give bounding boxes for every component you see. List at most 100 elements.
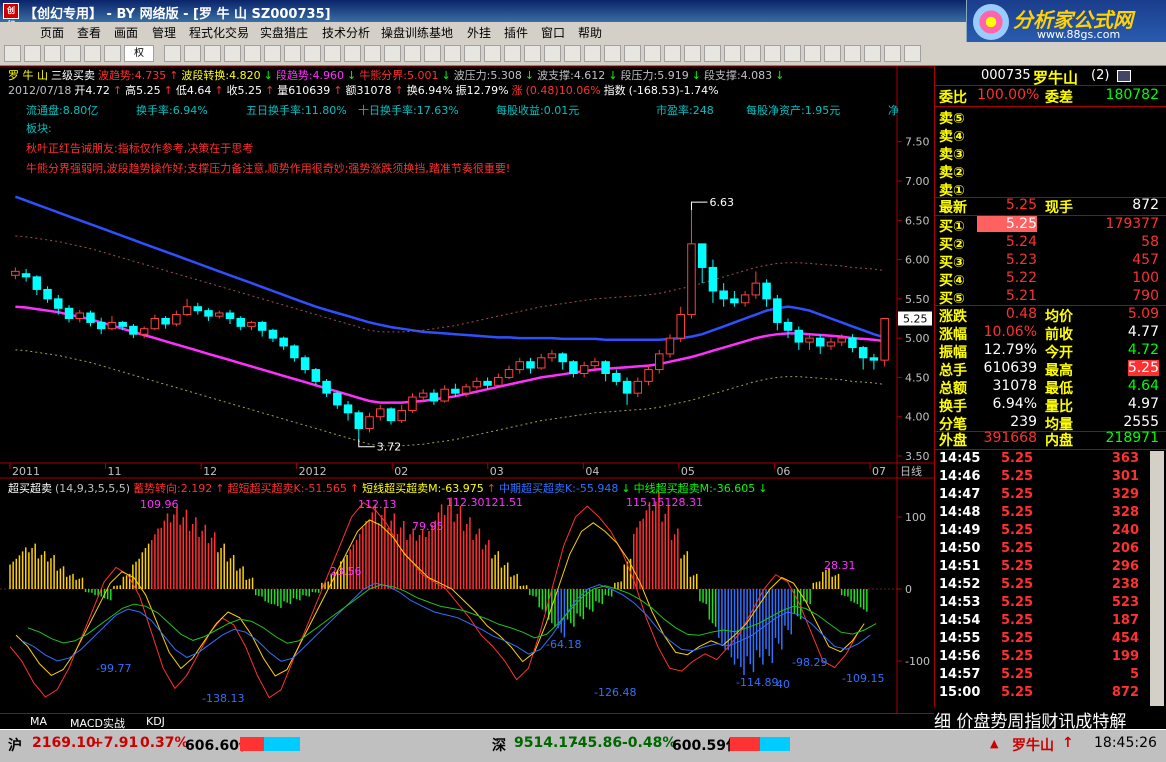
- fundamental-item: 净: [888, 104, 899, 117]
- toolbar-button-icon[interactable]: [304, 45, 321, 62]
- ask-row: 卖③: [935, 144, 1166, 163]
- toolbar-button-icon[interactable]: [24, 45, 41, 62]
- stat-value: 239: [1010, 414, 1037, 430]
- tick-volume: 187: [1111, 613, 1139, 628]
- toolbar-button-icon[interactable]: [584, 45, 601, 62]
- sz-change: -45.86: [572, 735, 623, 751]
- menu-item-9[interactable]: 插件: [504, 24, 528, 41]
- ask-row: 卖①: [935, 180, 1166, 199]
- toolbar-button-icon[interactable]: [604, 45, 621, 62]
- indicator_line2-item: 开4.72: [74, 84, 110, 97]
- toolbar-button-icon[interactable]: [524, 45, 541, 62]
- toolbar-button-icon[interactable]: [824, 45, 841, 62]
- toolbar-button-icon[interactable]: [624, 45, 641, 62]
- toolbar-button-icon[interactable]: [684, 45, 701, 62]
- indicator-tab[interactable]: KDJ: [146, 715, 165, 728]
- toolbar-button-icon[interactable]: [784, 45, 801, 62]
- toolbar-button-icon[interactable]: [464, 45, 481, 62]
- divider: [935, 85, 1166, 86]
- toolbar-button-icon[interactable]: [724, 45, 741, 62]
- menu-item-3[interactable]: 管理: [152, 24, 176, 41]
- toolbar-button-icon[interactable]: [264, 45, 281, 62]
- toolbar-button-icon[interactable]: [864, 45, 881, 62]
- toolbar-button-icon[interactable]: [884, 45, 901, 62]
- menu-item-5[interactable]: 实盘猎庄: [260, 24, 308, 41]
- toolbar-button-icon[interactable]: [224, 45, 241, 62]
- osc-value-label: 115.15128.31: [626, 496, 703, 509]
- toolbar-button-icon[interactable]: [444, 45, 461, 62]
- toolbar-button-icon[interactable]: [664, 45, 681, 62]
- news-ticker[interactable]: 细 价盘势周指财讯成特解: [934, 707, 1166, 729]
- detail-toggle-icon[interactable]: [1117, 70, 1131, 82]
- stat-value: 31078: [992, 378, 1037, 394]
- price-axis-label: 6.50: [905, 214, 930, 227]
- indicator_line2-item: (-168.53)-1.74%: [628, 84, 719, 97]
- toolbar-button-icon[interactable]: [284, 45, 301, 62]
- tick-row: 15:00 5.25 872: [935, 685, 1166, 703]
- toolbar-button-icon[interactable]: [104, 45, 121, 62]
- toolbar-button-icon[interactable]: [64, 45, 81, 62]
- toolbar-button-icon[interactable]: [504, 45, 521, 62]
- candle-body: [107, 321, 117, 330]
- toolbar-button-icon[interactable]: [424, 45, 441, 62]
- stat-row: 换手 6.94% 量比 4.97: [935, 396, 1166, 415]
- weight-select[interactable]: 权: [124, 45, 154, 62]
- chart-area[interactable]: 7.50 7.00 6.50 6.00 5.50 5.00 4.50 4.00 3.50 6.63…: [0, 66, 934, 713]
- toolbar-button-icon[interactable]: [544, 45, 561, 62]
- toolbar-button-icon[interactable]: [244, 45, 261, 62]
- menu-item-10[interactable]: 窗口: [541, 24, 565, 41]
- menu-item-8[interactable]: 外挂: [467, 24, 491, 41]
- menu-item-7[interactable]: 操盘训练基地: [381, 24, 453, 41]
- osc_header-item: 蓄势转向:2.192: [133, 482, 213, 495]
- toolbar-button-icon[interactable]: [804, 45, 821, 62]
- candle-body: [569, 361, 578, 375]
- candle-body: [182, 306, 192, 316]
- stat-row: 涨跌 0.48 均价 5.09: [935, 306, 1166, 325]
- candle-body: [590, 361, 600, 367]
- menu-item-6[interactable]: 技术分析: [322, 24, 370, 41]
- toolbar-button-icon[interactable]: [764, 45, 781, 62]
- tick-time: 14:46: [939, 469, 981, 484]
- toolbar-button-icon[interactable]: [344, 45, 361, 62]
- toolbar-button-icon[interactable]: [904, 45, 921, 62]
- toolbar-button-icon[interactable]: [44, 45, 61, 62]
- menu-item-1[interactable]: 查看: [77, 24, 101, 41]
- candle-body: [139, 328, 149, 335]
- toolbar-button-icon[interactable]: [844, 45, 861, 62]
- toolbar-button-icon[interactable]: [364, 45, 381, 62]
- tick-time: 14:52: [939, 577, 981, 592]
- osc_header-item: ↓: [621, 482, 631, 495]
- toolbar-button-icon[interactable]: [84, 45, 101, 62]
- candle-body: [472, 380, 482, 388]
- menu-item-2[interactable]: 画面: [114, 24, 138, 41]
- toolbar-button-icon[interactable]: [484, 45, 501, 62]
- osc-mid-m-line: [27, 584, 877, 644]
- osc_header-row: 超买超卖 (14,9,3,5,5,5) 蓄势转向:2.192 ↑ 超短超买超卖K:-51…: [8, 480, 770, 496]
- menu-item-4[interactable]: 程式化交易: [189, 24, 249, 41]
- toolbar-button-icon[interactable]: [4, 45, 21, 62]
- candle-body: [236, 318, 245, 327]
- tick-volume: 206: [1111, 541, 1139, 556]
- osc-value-label: 79.95: [412, 520, 444, 533]
- toolbar-button-icon[interactable]: [324, 45, 341, 62]
- menu-item-11[interactable]: 帮助: [578, 24, 602, 41]
- toolbar-button-icon[interactable]: [404, 45, 421, 62]
- menu-item-0[interactable]: 页面: [40, 24, 64, 41]
- tick-scrollbar[interactable]: [1150, 451, 1164, 706]
- price-axis-label: 7.00: [905, 175, 930, 188]
- toolbar-button-icon[interactable]: [744, 45, 761, 62]
- tick-volume: 523: [1111, 595, 1139, 610]
- toolbar-button-icon[interactable]: [184, 45, 201, 62]
- toolbar-button-icon[interactable]: [164, 45, 181, 62]
- toolbar-button-icon[interactable]: [384, 45, 401, 62]
- toolbar-button-icon[interactable]: [704, 45, 721, 62]
- indicator-tab[interactable]: MA: [30, 715, 47, 728]
- toolbar-button-icon[interactable]: [644, 45, 661, 62]
- status-stock: 罗牛山: [1012, 738, 1054, 754]
- candle-body: [343, 404, 353, 414]
- toolbar-button-icon[interactable]: [564, 45, 581, 62]
- low-marker: [358, 438, 375, 448]
- stat-value2: 5.09: [1127, 306, 1159, 322]
- price-axis-label: 7.50: [905, 136, 930, 149]
- toolbar-button-icon[interactable]: [204, 45, 221, 62]
